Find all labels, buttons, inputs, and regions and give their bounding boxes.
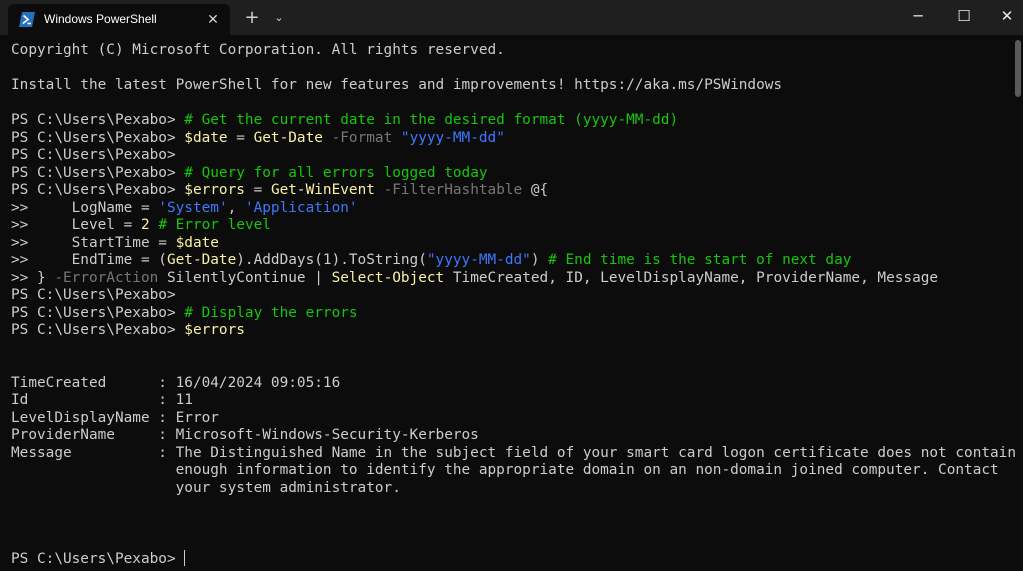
terminal-text: Select-Object <box>331 269 445 286</box>
tab-close-icon[interactable]: ✕ <box>204 11 222 29</box>
terminal-text: PS C:\Users\Pexabo> <box>11 287 176 303</box>
close-window-button[interactable]: ✕ <box>984 0 1023 32</box>
terminal-text: Get-WinEvent <box>270 182 375 198</box>
terminal-text: = <box>244 182 271 198</box>
terminal-text: >> } <box>11 269 55 286</box>
terminal-line: Install the latest PowerShell for new fe… <box>11 77 1011 95</box>
terminal-text: >> EndTime = ( <box>11 252 167 268</box>
terminal-line: Copyright (C) Microsoft Corporation. All… <box>11 42 1011 60</box>
terminal-line: PS C:\Users\Pexabo> <box>11 147 1011 165</box>
tab-dropdown-chevron-icon[interactable]: ⌄ <box>270 8 288 28</box>
terminal-text: "yyyy-MM-dd" <box>426 252 531 268</box>
terminal-text: # Get the current date in the desired fo… <box>184 112 679 128</box>
title-bar: Windows PowerShell ✕ + ⌄ ─ ☐ ✕ <box>0 0 1023 35</box>
terminal-text: $errors <box>184 322 245 338</box>
tab-title: Windows PowerShell <box>44 12 157 26</box>
terminal-text: PS C:\Users\Pexabo> <box>11 147 176 163</box>
terminal-text: LevelDisplayName : Error <box>11 409 219 426</box>
terminal-line: >> } -ErrorAction SilentlyContinue | Sel… <box>11 270 1011 288</box>
terminal-text: $date <box>184 129 228 146</box>
scrollbar-thumb[interactable] <box>1015 40 1021 97</box>
terminal-line: >> Level = 2 # Error level <box>11 217 1011 235</box>
terminal-output[interactable]: Copyright (C) Microsoft Corporation. All… <box>11 42 1016 568</box>
terminal-text: $date <box>175 234 219 251</box>
terminal-text: # Display the errors <box>184 304 358 321</box>
terminal-text: enough information to identify the appro… <box>11 462 999 478</box>
terminal-line: PS C:\Users\Pexabo> # Query for all erro… <box>11 165 1011 183</box>
terminal-text: PS C:\Users\Pexabo> <box>11 164 185 181</box>
text-cursor <box>184 549 186 566</box>
terminal-line: PS C:\Users\Pexabo> $errors = Get-WinEve… <box>11 182 1011 200</box>
terminal-text: Id : 11 <box>11 392 193 408</box>
maximize-button[interactable]: ☐ <box>941 0 987 32</box>
terminal-text: ).AddDays(1).ToString( <box>236 252 427 268</box>
terminal-line: Id : 11 <box>11 392 1011 410</box>
terminal-text: ProviderName : Microsoft-Windows-Securit… <box>11 427 479 443</box>
terminal-text: PS C:\Users\Pexabo> <box>11 182 185 198</box>
minimize-button[interactable]: ─ <box>895 0 941 32</box>
terminal-line: >> EndTime = (Get-Date).AddDays(1).ToStr… <box>11 252 1011 270</box>
terminal-text: >> LogName = <box>11 199 159 216</box>
terminal-line: PS C:\Users\Pexabo> $errors <box>11 322 1011 340</box>
terminal-text: TimeCreated : 16/04/2024 09:05:16 <box>11 374 341 391</box>
terminal-text: 'System' <box>158 199 228 216</box>
terminal-text: @{ <box>530 182 549 198</box>
terminal-text: >> StartTime = <box>11 234 176 251</box>
terminal-line: your system administrator. <box>11 480 1011 498</box>
terminal-text: PS C:\Users\Pexabo> <box>11 550 185 567</box>
terminal-text: "yyyy-MM-dd" <box>400 129 505 146</box>
terminal-line: LevelDisplayName : Error <box>11 410 1011 428</box>
terminal-text: PS C:\Users\Pexabo> <box>11 112 185 128</box>
terminal-text: PS C:\Users\Pexabo> <box>11 304 185 321</box>
terminal-text: PS C:\Users\Pexabo> <box>11 322 185 338</box>
terminal-text: # Error level <box>158 217 271 233</box>
terminal-text: >> Level = <box>11 217 141 233</box>
powershell-icon <box>19 12 35 27</box>
terminal-text: 2 <box>140 217 150 233</box>
terminal-text: # End time is the start of next day <box>548 252 852 268</box>
terminal-text: , <box>227 199 245 216</box>
tab-windows-powershell[interactable]: Windows PowerShell ✕ <box>8 4 230 35</box>
terminal-text: PS C:\Users\Pexabo> <box>11 129 185 146</box>
terminal-line: Message : The Distinguished Name in the … <box>11 445 1016 463</box>
terminal-text: 'Application' <box>244 199 358 216</box>
terminal-text: Install the latest PowerShell for new fe… <box>11 77 783 93</box>
terminal-text: -Format <box>322 129 401 146</box>
terminal-text: # Query for all errors logged today <box>184 164 488 181</box>
terminal-line: PS C:\Users\Pexabo> <box>11 549 1011 568</box>
terminal-line: PS C:\Users\Pexabo> $date = Get-Date -Fo… <box>11 130 1011 148</box>
terminal-line: TimeCreated : 16/04/2024 09:05:16 <box>11 375 1011 393</box>
terminal-text: Get-Date <box>253 129 323 146</box>
terminal-line: ProviderName : Microsoft-Windows-Securit… <box>11 427 1011 445</box>
terminal-text: SilentlyContinue | <box>166 269 332 286</box>
terminal-text: TimeCreated, ID, LevelDisplayName, Provi… <box>444 269 939 286</box>
terminal-text: Message : The Distinguished Name in the … <box>11 444 1017 461</box>
new-tab-button[interactable]: + <box>242 8 262 28</box>
terminal-line: >> LogName = 'System', 'Application' <box>11 200 1011 218</box>
terminal-text: Copyright (C) Microsoft Corporation. All… <box>11 42 505 58</box>
terminal-line: PS C:\Users\Pexabo> # Get the current da… <box>11 112 1011 130</box>
terminal-line: >> StartTime = $date <box>11 235 1011 253</box>
terminal-text: ) <box>530 252 549 268</box>
terminal-text: = <box>227 129 254 146</box>
terminal-text: Get-Date <box>166 252 237 268</box>
terminal-line: PS C:\Users\Pexabo> <box>11 287 1011 305</box>
terminal-text: -FilterHashtable <box>374 182 531 198</box>
terminal-text: $errors <box>184 182 245 198</box>
terminal-text: -ErrorAction <box>54 269 167 286</box>
terminal-line: enough information to identify the appro… <box>11 462 1011 480</box>
terminal-text: your system administrator. <box>11 479 401 496</box>
terminal-line: PS C:\Users\Pexabo> # Display the errors <box>11 305 1011 323</box>
